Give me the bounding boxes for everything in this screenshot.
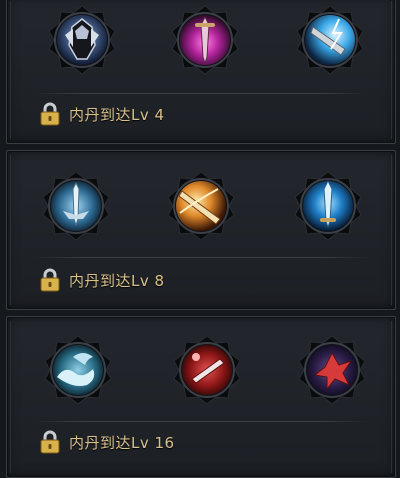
lightning-blade-icon <box>296 5 364 75</box>
lock-icon <box>40 102 60 126</box>
dark-armor-icon <box>48 5 116 75</box>
blue-sword-icon <box>294 171 362 241</box>
skill-slot-lightning-blade[interactable] <box>295 5 365 75</box>
ice-sword-icon <box>42 171 110 241</box>
skill-slot-flame-blade[interactable] <box>166 171 236 241</box>
unlock-requirement: 内丹到达Lv 8 <box>39 267 165 293</box>
skill-slot-crimson-phoenix[interactable] <box>297 335 367 405</box>
skill-slot-blue-sword[interactable] <box>293 171 363 241</box>
unlock-label: 内丹到达Lv 16 <box>69 433 175 452</box>
tier-divider <box>33 93 369 94</box>
dragon-wave-icon <box>44 335 112 405</box>
magenta-sword-icon <box>171 5 239 75</box>
unlock-label: 内丹到达Lv 8 <box>69 271 165 290</box>
flame-blade-icon <box>167 171 235 241</box>
red-dagger-icon <box>173 335 241 405</box>
unlock-label: 内丹到达Lv 4 <box>69 105 165 124</box>
skill-slot-ice-sword[interactable] <box>41 171 111 241</box>
lock-icon <box>40 268 60 292</box>
skill-slot-dark-armor[interactable] <box>47 5 117 75</box>
skill-slot-magenta-sword[interactable] <box>170 5 240 75</box>
skill-slot-red-dagger[interactable] <box>172 335 242 405</box>
tier-panel-1: 内丹到达Lv 4 <box>6 0 396 144</box>
tier-panel-3: 内丹到达Lv 16 <box>6 316 396 478</box>
tier-divider <box>33 257 369 258</box>
crimson-phoenix-icon <box>298 335 366 405</box>
lock-icon <box>40 430 60 454</box>
unlock-requirement: 内丹到达Lv 4 <box>39 101 165 127</box>
unlock-requirement: 内丹到达Lv 16 <box>39 429 175 455</box>
skill-slot-dragon-wave[interactable] <box>43 335 113 405</box>
tier-panel-2: 内丹到达Lv 8 <box>6 150 396 310</box>
tier-divider <box>33 421 369 422</box>
